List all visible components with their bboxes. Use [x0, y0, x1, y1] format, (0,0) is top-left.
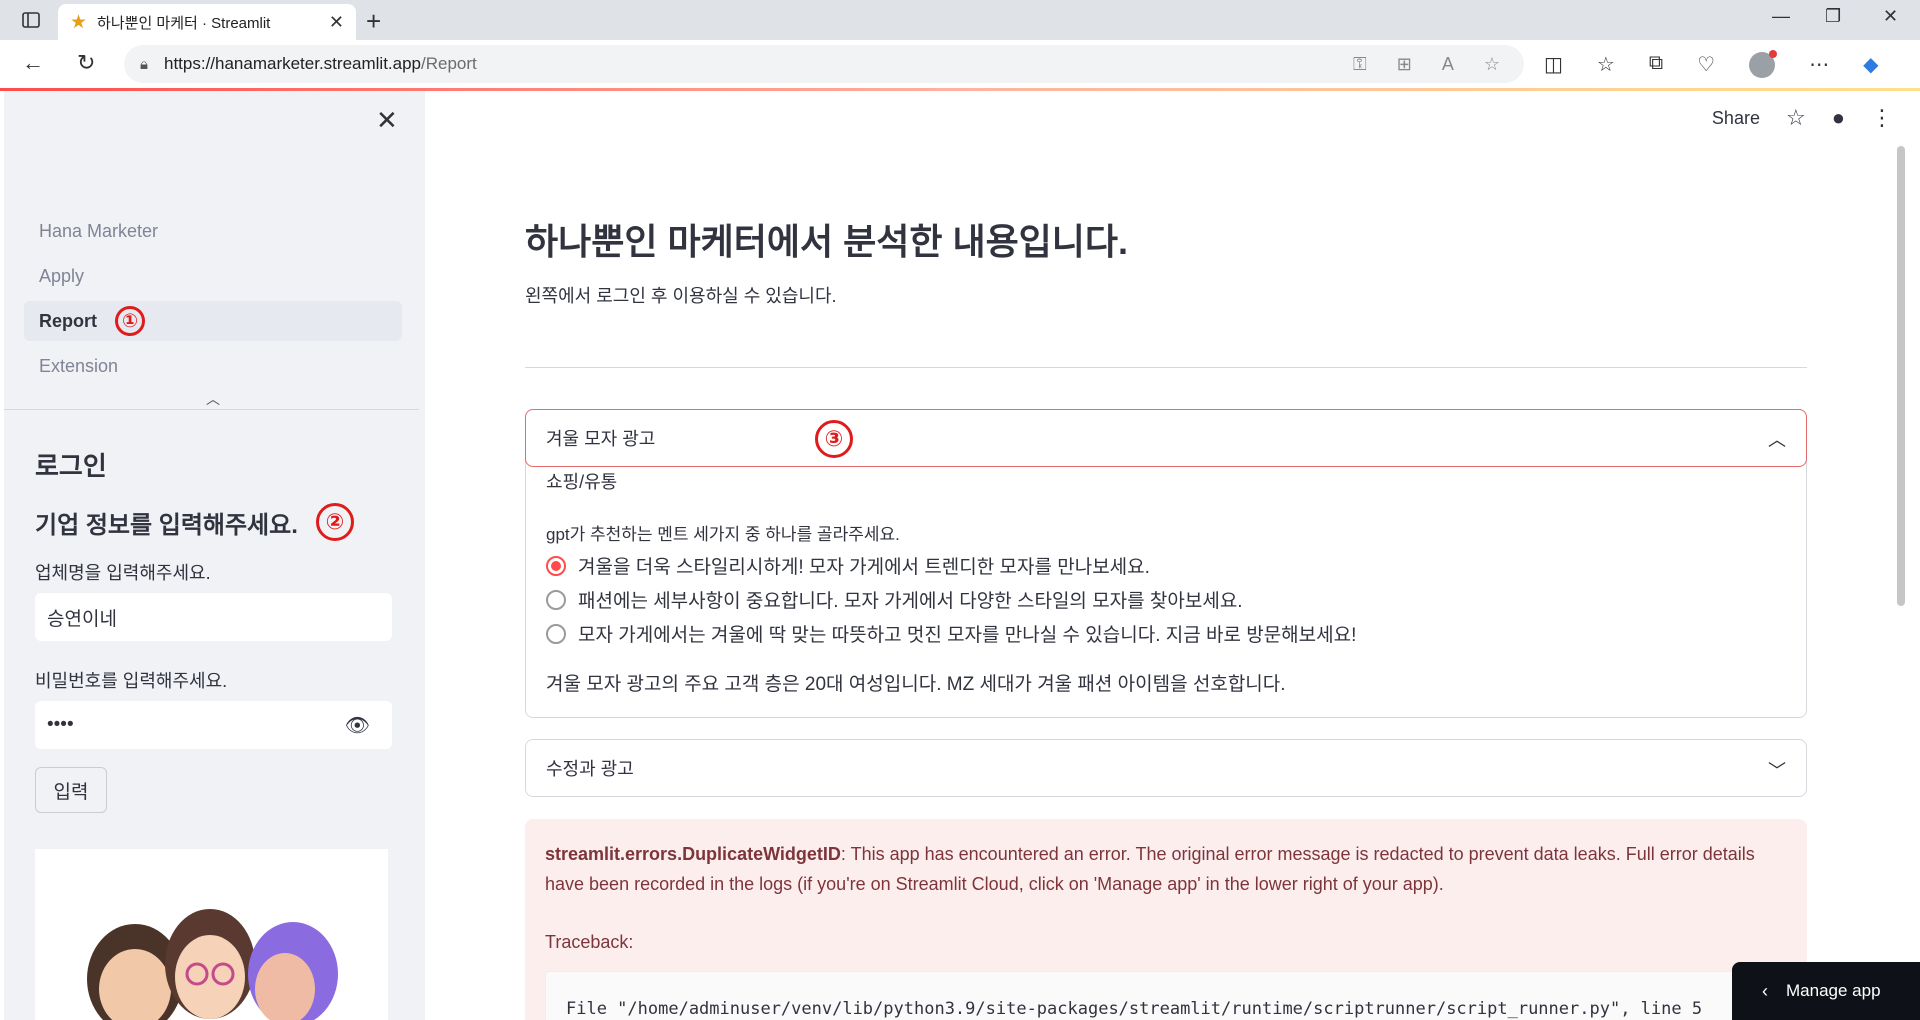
eye-icon[interactable]: 👁︎ — [345, 713, 370, 738]
radio-option-label: 모자 가게에서는 겨울에 딱 맞는 따뜻하고 멋진 모자를 만나실 수 있습니다… — [578, 625, 1357, 646]
star-icon[interactable]: ☆ — [1786, 105, 1806, 131]
chevron-up-icon[interactable]: ︿ — [1768, 426, 1786, 452]
url-host: https://hanamarketer.streamlit.app — [163, 54, 422, 73]
chevron-down-icon[interactable]: ﹀ — [1768, 757, 1786, 783]
radio-option[interactable]: 겨울을 더욱 스타일리시하게! 모자 가게에서 트렌디한 모자를 만나보세요. — [546, 552, 1786, 579]
manage-app-label: Manage app — [1786, 981, 1881, 1000]
github-icon[interactable]: ● — [1832, 105, 1845, 131]
annotation-badge-3: ③ — [815, 420, 853, 458]
nav-item-apply[interactable]: Apply — [24, 256, 402, 296]
restore-icon[interactable]: ❐ — [1825, 6, 1841, 27]
health-icon[interactable]: ♡ — [1697, 52, 1715, 78]
traceback-code: File "/home/adminuser/venv/lib/python3.9… — [545, 971, 1787, 1020]
sidebar-divider — [4, 409, 419, 410]
radio-option[interactable]: 모자 가게에서는 겨울에 딱 맞는 따뜻하고 멋진 모자를 만나실 수 있습니다… — [546, 620, 1786, 647]
tab-close-icon[interactable]: ✕ — [329, 12, 344, 33]
nav-label: Apply — [39, 265, 85, 286]
category-text: 쇼핑/유통 — [546, 472, 618, 492]
traceback-label: Traceback: — [545, 932, 634, 952]
nav-item-report[interactable]: Report ① — [24, 301, 402, 341]
browser-tab-bar: ★ 하나뿐인 마케터 · Streamlit ✕ + — ❐ ✕ — [0, 0, 1920, 40]
kebab-menu-icon[interactable]: ⋮ — [1871, 105, 1893, 131]
summary-text: 겨울 모자 광고의 주요 고객 층은 20대 여성입니다. MZ 세대가 겨울 … — [546, 674, 1286, 695]
favorite-star-icon[interactable]: ☆ — [1484, 54, 1500, 75]
scrollbar[interactable] — [1897, 146, 1905, 606]
radio-unselected-icon[interactable] — [546, 623, 566, 644]
share-button[interactable]: Share — [1712, 108, 1760, 129]
back-arrow-icon[interactable]: ← — [22, 50, 44, 76]
company-label: 업체명을 입력해주세요. — [35, 563, 211, 583]
split-screen-icon[interactable]: ◫ — [1544, 52, 1563, 78]
error-message: streamlit.errors.DuplicateWidgetID: This… — [545, 839, 1787, 899]
company-heading: 기업 정보를 입력해주세요. ② — [35, 503, 392, 541]
company-input[interactable]: 승연이네 — [35, 593, 392, 641]
submit-button[interactable]: 입력 — [35, 767, 107, 813]
nav-item-extension[interactable]: Extension — [24, 346, 402, 386]
login-heading: 로그인 — [35, 451, 107, 481]
expander-sujeonggwa[interactable]: 수정과 광고 ﹀ — [525, 739, 1807, 797]
password-input-value: •••• — [47, 714, 74, 735]
collections-icon[interactable]: ⧉ — [1649, 52, 1663, 78]
more-icon[interactable]: ⋯ — [1809, 52, 1829, 78]
company-heading-text: 기업 정보를 입력해주세요. — [35, 511, 298, 539]
password-input[interactable]: •••• 👁︎ — [35, 701, 392, 749]
divider — [525, 367, 1807, 368]
tab-title: 하나뿐인 마케터 · Streamlit — [97, 14, 271, 32]
nav-label: Hana Marketer — [39, 220, 159, 241]
annotation-badge-1: ① — [115, 306, 145, 336]
manage-app-button[interactable]: ‹ Manage app — [1732, 962, 1920, 1020]
browser-tab[interactable]: ★ 하나뿐인 마케터 · Streamlit ✕ — [58, 4, 356, 40]
page-subtitle: 왼쪽에서 로그인 후 이용하실 수 있습니다. — [525, 286, 837, 306]
expander-title: 겨울 모자 광고 — [546, 429, 656, 449]
page-nav: Hana Marketer Apply Report ① Extension — [24, 211, 402, 391]
browser-toolbar: ← ↻ 🔒︎ https://hanamarketer.streamlit.ap… — [0, 40, 1920, 90]
url-path: /Report — [421, 54, 477, 73]
tab-actions-icon[interactable] — [14, 8, 48, 32]
memoji-image — [35, 849, 388, 1020]
radio-unselected-icon[interactable] — [546, 589, 566, 610]
new-tab-icon[interactable]: + — [366, 6, 381, 37]
nav-label: Report — [39, 310, 97, 331]
nav-item-hana-marketer[interactable]: Hana Marketer — [24, 211, 402, 251]
app-header-actions: Share ☆ ● ⋮ — [1712, 105, 1893, 131]
profile-avatar[interactable] — [1749, 50, 1778, 78]
read-aloud-icon[interactable]: A — [1442, 54, 1454, 75]
chevron-up-icon[interactable]: ︿ — [206, 389, 220, 409]
radio-selected-icon[interactable] — [546, 555, 566, 576]
window-close-icon[interactable]: ✕ — [1883, 6, 1898, 27]
page-title: 하나뿐인 마케터에서 분석한 내용입니다. — [525, 221, 1129, 262]
close-sidebar-icon[interactable]: ✕ — [376, 105, 398, 136]
apps-icon[interactable]: ⊞ — [1397, 54, 1412, 75]
error-box: streamlit.errors.DuplicateWidgetID: This… — [525, 819, 1807, 1020]
radio-group-label: gpt가 추천하는 멘트 세가지 중 하나를 골라주세요. — [546, 525, 900, 544]
expander-title: 수정과 광고 — [546, 759, 634, 779]
radio-option-label: 겨울을 더욱 스타일리시하게! 모자 가게에서 트렌디한 모자를 만나보세요. — [578, 557, 1150, 578]
company-input-value: 승연이네 — [47, 608, 117, 630]
address-bar[interactable]: 🔒︎ https://hanamarketer.streamlit.app/Re… — [124, 45, 1524, 83]
radio-option[interactable]: 패션에는 세부사항이 중요합니다. 모자 가게에서 다양한 스타일의 모자를 찾… — [546, 586, 1786, 613]
expander-header[interactable]: 겨울 모자 광고 ③ ︿ — [525, 409, 1807, 467]
favorites-icon[interactable]: ☆ — [1597, 52, 1615, 78]
sidebar: ✕ Hana Marketer Apply Report ① Extension … — [4, 91, 425, 1020]
error-name: streamlit.errors.DuplicateWidgetID — [545, 844, 841, 864]
chevron-left-icon: ‹ — [1762, 980, 1768, 1001]
key-icon[interactable]: ⚿ — [1353, 54, 1367, 75]
annotation-badge-2: ② — [315, 503, 354, 541]
nav-label: Extension — [39, 355, 119, 376]
copilot-icon[interactable]: ◆ — [1863, 52, 1878, 78]
refresh-icon[interactable]: ↻ — [77, 50, 95, 76]
favicon-star-icon: ★ — [70, 11, 88, 33]
lock-icon: 🔒︎ — [140, 55, 148, 73]
radio-option-label: 패션에는 세부사항이 중요합니다. 모자 가게에서 다양한 스타일의 모자를 찾… — [578, 591, 1243, 612]
password-label: 비밀번호를 입력해주세요. — [35, 671, 228, 691]
expander-winter-hat: 겨울 모자 광고 ③ ︿ 쇼핑/유통 gpt가 추천하는 멘트 세가지 중 하나… — [525, 409, 1807, 718]
minimize-icon[interactable]: — — [1772, 6, 1790, 27]
main-area: Share ☆ ● ⋮ 하나뿐인 마케터에서 분석한 내용입니다. 왼쪽에서 로… — [425, 91, 1905, 1020]
